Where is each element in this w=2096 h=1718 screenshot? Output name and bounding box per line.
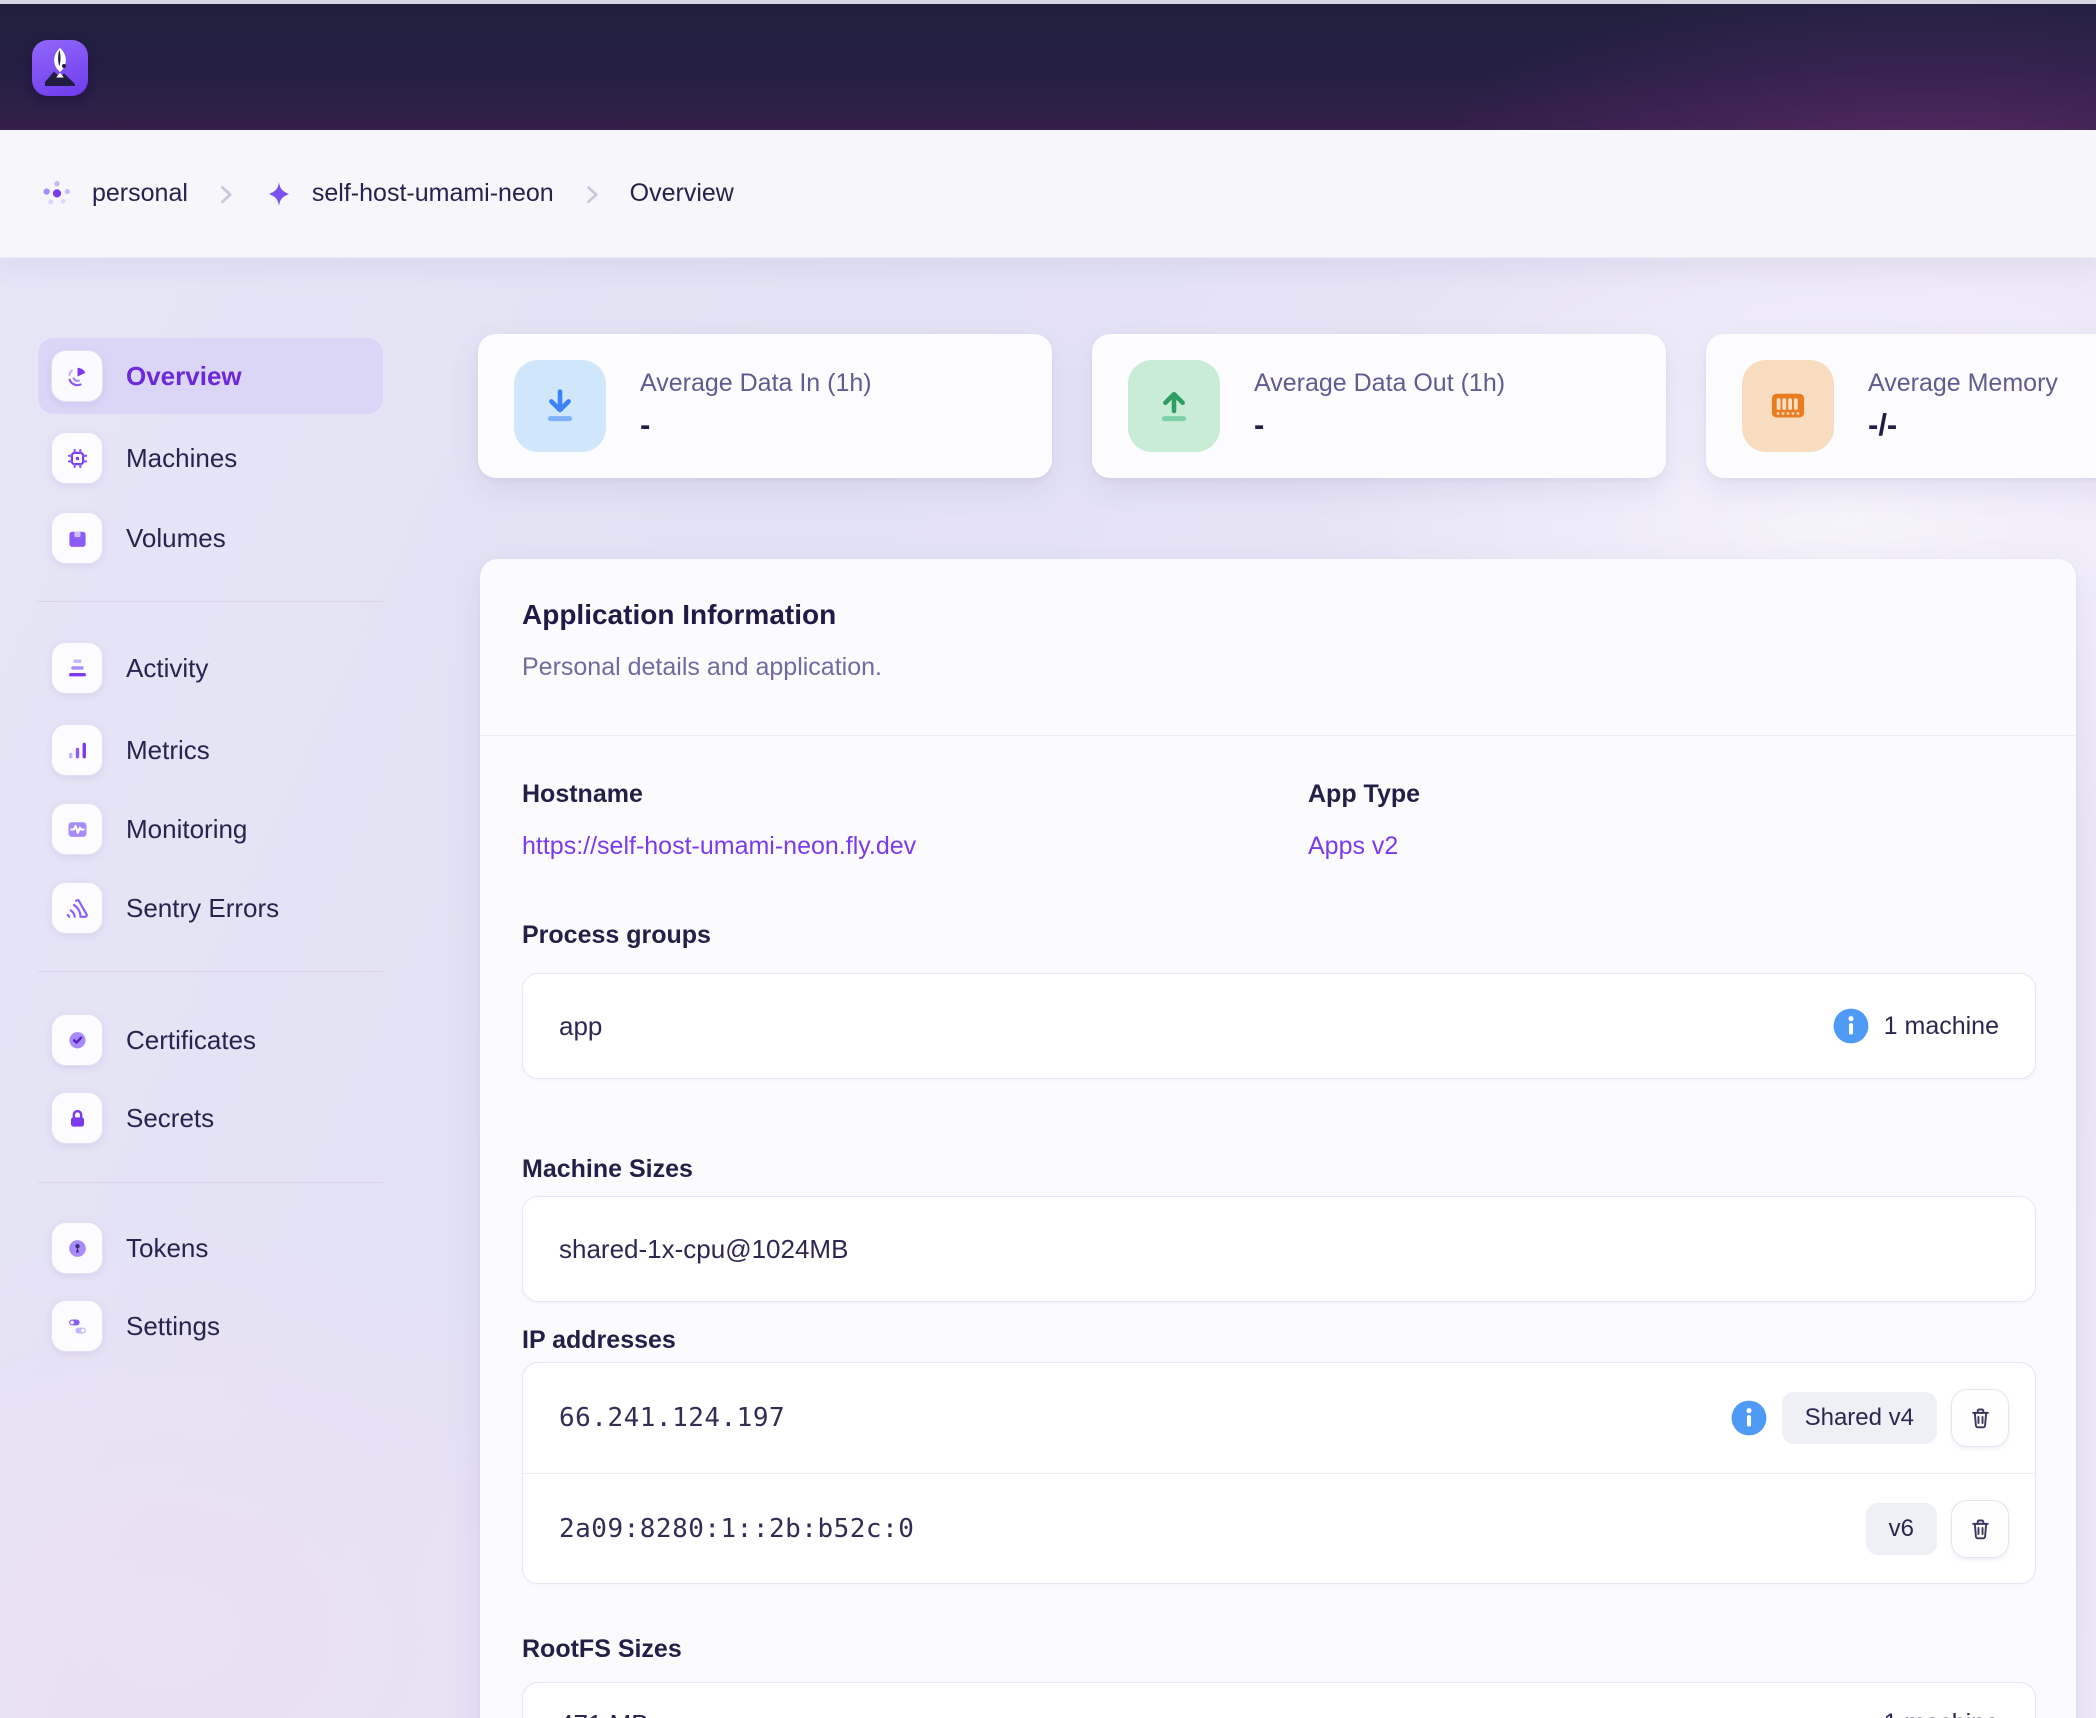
sidebar-divider	[38, 1182, 383, 1183]
rootfs-size-value: 471 MB	[559, 1709, 649, 1718]
sidebar-item-volumes[interactable]: Volumes	[38, 500, 383, 576]
ip-row-v6: 2a09:8280:1::2b:b52c:0 v6	[523, 1474, 2035, 1584]
breadcrumb-app-label: self-host-umami-neon	[312, 179, 554, 208]
sidebar-item-certificates[interactable]: Certificates	[38, 1002, 383, 1078]
sidebar-item-label: Metrics	[126, 735, 210, 766]
download-icon	[514, 360, 606, 452]
activity-icon	[51, 642, 103, 694]
sidebar-item-label: Volumes	[126, 523, 226, 554]
sidebar-item-label: Machines	[126, 443, 237, 474]
upload-icon	[1128, 360, 1220, 452]
ip-addresses-label: IP addresses	[522, 1326, 676, 1355]
sidebar-item-monitoring[interactable]: Monitoring	[38, 791, 383, 867]
breadcrumb: personal self-host-umami-neon Overview	[0, 130, 2096, 258]
sidebar-item-metrics[interactable]: Metrics	[38, 712, 383, 788]
trash-icon	[1967, 1516, 1994, 1543]
card-title: Application Information	[522, 599, 836, 631]
overview-icon	[51, 350, 103, 402]
org-dots-icon	[40, 177, 74, 211]
app-type-link[interactable]: Apps v2	[1308, 832, 1398, 861]
balloon-icon	[33, 41, 87, 95]
process-group-name: app	[559, 1011, 602, 1042]
sidebar-item-label: Settings	[126, 1311, 220, 1342]
sidebar-item-label: Monitoring	[126, 814, 247, 845]
sidebar-item-machines[interactable]: Machines	[38, 420, 383, 496]
rootfs-row: 471 MB 1 machine	[522, 1682, 2036, 1718]
hostname-link[interactable]: https://self-host-umami-neon.fly.dev	[522, 832, 916, 861]
stat-label: Average Memory	[1868, 369, 2058, 398]
stat-value: -/-	[1868, 407, 2058, 443]
machine-size-row: shared-1x-cpu@1024MB	[522, 1196, 2036, 1302]
token-icon	[51, 1222, 103, 1274]
settings-icon	[51, 1300, 103, 1352]
chevron-right-icon	[580, 182, 604, 206]
trash-icon	[1967, 1405, 1994, 1432]
app-type-label: App Type	[1308, 780, 1420, 809]
sidebar-item-label: Certificates	[126, 1025, 256, 1056]
sidebar-item-label: Sentry Errors	[126, 893, 279, 924]
sidebar-divider	[38, 971, 383, 972]
application-information-card: Application Information Personal details…	[480, 559, 2076, 1718]
certificate-icon	[51, 1014, 103, 1066]
delete-ip-button[interactable]	[1951, 1500, 2009, 1558]
volumes-icon	[51, 512, 103, 564]
breadcrumb-org[interactable]: personal	[40, 177, 188, 211]
hostname-label: Hostname	[522, 780, 643, 809]
rootfs-sizes-label: RootFS Sizes	[522, 1635, 682, 1664]
info-icon[interactable]	[1730, 1399, 1768, 1437]
stat-label: Average Data In (1h)	[640, 369, 872, 398]
ip-address: 2a09:8280:1::2b:b52c:0	[559, 1514, 914, 1544]
topbar	[0, 4, 2096, 130]
sidebar-item-label: Tokens	[126, 1233, 208, 1264]
breadcrumb-page[interactable]: Overview	[630, 179, 734, 208]
machines-icon	[51, 432, 103, 484]
stat-card-data-in: Average Data In (1h) -	[478, 334, 1052, 478]
ip-type-badge: Shared v4	[1782, 1392, 1937, 1444]
stat-label: Average Data Out (1h)	[1254, 369, 1505, 398]
stat-card-data-out: Average Data Out (1h) -	[1092, 334, 1666, 478]
machine-sizes-label: Machine Sizes	[522, 1155, 693, 1184]
breadcrumb-org-label: personal	[92, 179, 188, 208]
sentry-icon	[51, 882, 103, 934]
metrics-icon	[51, 724, 103, 776]
stat-value: -	[1254, 407, 1505, 443]
chevron-right-icon	[214, 182, 238, 206]
sidebar-item-tokens[interactable]: Tokens	[38, 1210, 383, 1286]
sidebar-item-label: Activity	[126, 653, 208, 684]
ip-address: 66.241.124.197	[559, 1403, 785, 1433]
info-icon[interactable]	[1832, 1007, 1870, 1045]
fly-logo[interactable]	[32, 40, 88, 96]
ip-type-badge: v6	[1866, 1503, 1937, 1555]
app-screen: personal self-host-umami-neon Overview	[0, 0, 2096, 1718]
sidebar-item-activity[interactable]: Activity	[38, 630, 383, 706]
process-group-row: app 1 machine	[522, 973, 2036, 1079]
breadcrumb-app[interactable]: self-host-umami-neon	[264, 179, 554, 209]
monitoring-icon	[51, 803, 103, 855]
memory-icon	[1742, 360, 1834, 452]
sidebar-item-sentry-errors[interactable]: Sentry Errors	[38, 870, 383, 946]
delete-ip-button[interactable]	[1951, 1389, 2009, 1447]
sparkle-icon	[264, 179, 294, 209]
ip-row-v4: 66.241.124.197 Shared v4	[523, 1363, 2035, 1473]
sidebar-item-label: Secrets	[126, 1103, 214, 1134]
lock-icon	[51, 1092, 103, 1144]
process-groups-label: Process groups	[522, 921, 711, 950]
sidebar-item-overview[interactable]: Overview	[38, 338, 383, 414]
sidebar-item-secrets[interactable]: Secrets	[38, 1080, 383, 1156]
sidebar-item-settings[interactable]: Settings	[38, 1288, 383, 1364]
machine-count: 1 machine	[1884, 1709, 1999, 1718]
card-subtitle: Personal details and application.	[522, 653, 882, 682]
stat-value: -	[640, 407, 872, 443]
machine-size-value: shared-1x-cpu@1024MB	[559, 1234, 848, 1265]
sidebar-divider	[38, 601, 383, 602]
ip-addresses-box: 66.241.124.197 Shared v4	[522, 1362, 2036, 1584]
sidebar-item-label: Overview	[126, 361, 242, 392]
breadcrumb-page-label: Overview	[630, 179, 734, 208]
stat-card-memory: Average Memory -/-	[1706, 334, 2096, 478]
machine-count: 1 machine	[1884, 1012, 1999, 1041]
divider	[480, 735, 2076, 736]
